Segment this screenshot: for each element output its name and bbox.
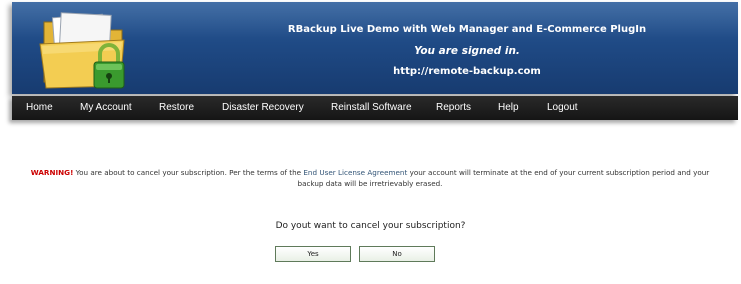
cancel-question: Do yout want to cancel your subscription…: [275, 221, 466, 231]
nav-item-home[interactable]: Home: [26, 102, 53, 113]
nav-item-disaster-recovery[interactable]: Disaster Recovery: [222, 102, 304, 113]
nav-item-help[interactable]: Help: [498, 102, 519, 113]
nav-bar: Home My Account Restore Disaster Recover…: [12, 96, 738, 120]
yes-button[interactable]: Yes: [275, 246, 351, 262]
cancel-warning-text: WARNING! You are about to cancel your su…: [20, 167, 720, 189]
header-banner: RBackup Live Demo with Web Manager and E…: [12, 2, 738, 94]
site-url: http://remote-backup.com: [393, 66, 541, 77]
nav-item-restore[interactable]: Restore: [159, 102, 194, 113]
warning-label: WARNING!: [30, 168, 74, 177]
page: RBackup Live Demo with Web Manager and E…: [0, 0, 741, 284]
nav-item-reports[interactable]: Reports: [436, 102, 471, 113]
signed-in-status: You are signed in.: [414, 45, 520, 57]
site-title: RBackup Live Demo with Web Manager and E…: [287, 24, 647, 35]
eula-link[interactable]: End User License Agreement: [303, 168, 407, 177]
warning-text-pre: You are about to cancel your subscriptio…: [73, 168, 304, 177]
no-button[interactable]: No: [359, 246, 435, 262]
nav-item-logout[interactable]: Logout: [547, 102, 578, 113]
nav-item-reinstall-software[interactable]: Reinstall Software: [331, 102, 412, 113]
folder-lock-icon: [39, 12, 125, 89]
nav-item-my-account[interactable]: My Account: [80, 102, 132, 113]
